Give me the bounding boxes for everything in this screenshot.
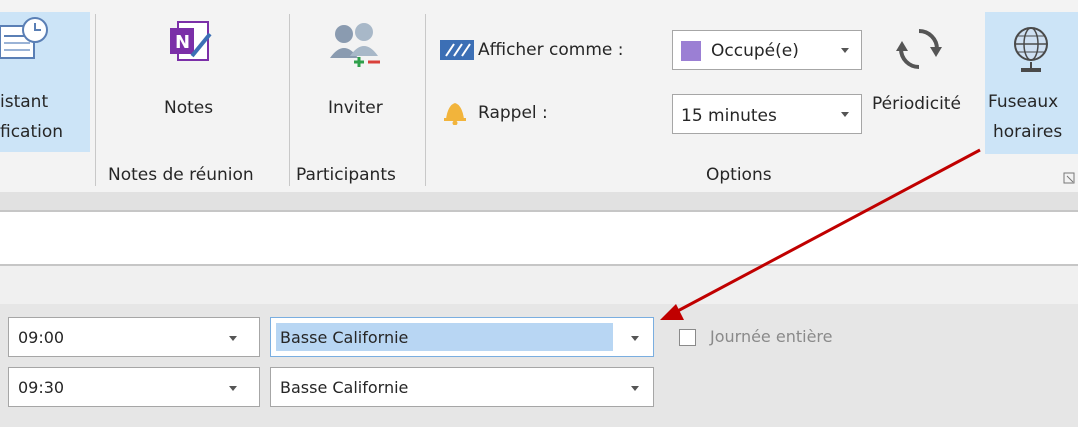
all-day-checkbox[interactable]	[679, 329, 696, 346]
onenote-icon: N	[170, 21, 212, 61]
chevron-down-icon	[229, 386, 237, 391]
ribbon-bottom-band	[0, 192, 1078, 210]
svg-text:N: N	[175, 32, 190, 53]
globe-icon	[1014, 27, 1048, 72]
assistant-label-line2: fication	[0, 122, 64, 142]
invite-button[interactable]: Inviter	[322, 20, 402, 120]
end-time-dropdown[interactable]: 09:30	[8, 367, 260, 407]
end-timezone-dropdown[interactable]: Basse Californie	[270, 367, 654, 407]
recurrence-button[interactable]: Périodicité	[868, 14, 980, 154]
group-separator	[289, 14, 290, 186]
start-time-dropdown[interactable]: 09:00	[8, 317, 260, 357]
bell-icon	[444, 103, 466, 125]
time-zones-label-line1: Fuseaux	[988, 92, 1059, 112]
chevron-down-icon	[229, 336, 237, 341]
reminder-value: 15 minutes	[681, 106, 777, 126]
participants-group-label: Participants	[296, 165, 396, 185]
reminder-label: Rappel :	[478, 103, 548, 123]
group-separator	[425, 14, 426, 186]
notes-group-label: Notes de réunion	[108, 165, 254, 185]
show-as-icon	[440, 40, 474, 60]
ribbon: istant fication N Notes Notes de réunion…	[0, 0, 1078, 192]
notes-label: Notes	[164, 98, 214, 118]
assistant-label-line1: istant	[0, 92, 49, 112]
start-timezone-value: Basse Californie	[280, 328, 409, 347]
show-as-label: Afficher comme :	[478, 40, 624, 60]
recurrence-label: Périodicité	[872, 94, 961, 114]
options-group-label: Options	[706, 165, 772, 185]
notes-button[interactable]: N Notes	[150, 20, 240, 120]
chevron-down-icon	[631, 386, 639, 391]
spacer-band	[0, 266, 1078, 304]
chevron-down-icon	[841, 112, 849, 117]
end-timezone-value: Basse Californie	[280, 378, 409, 397]
dialog-launcher-icon[interactable]	[1063, 172, 1075, 184]
all-day-label: Journée entière	[710, 327, 833, 346]
chevron-down-icon	[841, 48, 849, 53]
calendar-clock-icon	[0, 17, 48, 59]
start-timezone-dropdown[interactable]: Basse Californie	[270, 317, 654, 357]
time-form: 09:00 Basse Californie Journée entière 0…	[0, 304, 1078, 427]
busy-color-swatch	[681, 41, 701, 61]
people-add-icon	[330, 23, 380, 67]
scheduling-assistant-button[interactable]: istant fication	[0, 12, 90, 152]
show-as-value: Occupé(e)	[711, 41, 799, 61]
end-time-value: 09:30	[18, 378, 65, 397]
invite-label: Inviter	[328, 98, 383, 118]
show-as-dropdown[interactable]: Occupé(e)	[672, 30, 862, 70]
subject-area	[0, 212, 1078, 264]
time-zones-label-line2: horaires	[993, 122, 1063, 142]
time-zones-button[interactable]: Fuseaux horaires	[985, 12, 1078, 154]
group-separator	[95, 14, 96, 186]
reminder-dropdown[interactable]: 15 minutes	[672, 94, 862, 134]
recurrence-icon	[896, 29, 942, 69]
chevron-down-icon	[631, 336, 639, 341]
start-time-value: 09:00	[18, 328, 65, 347]
